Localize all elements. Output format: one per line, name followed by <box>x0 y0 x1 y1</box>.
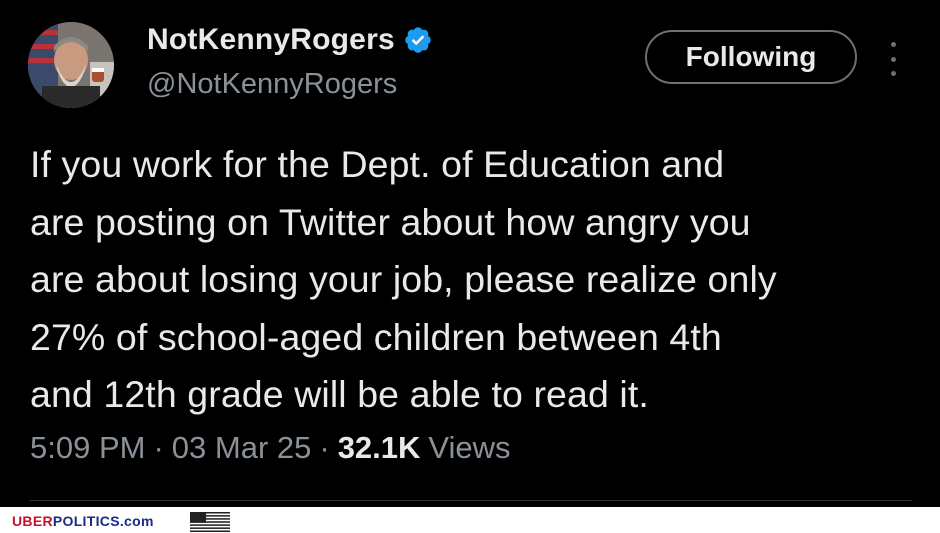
brand-part-2: POLITICS.com <box>52 513 154 529</box>
brand-logo: UBERPOLITICS.com <box>12 513 154 529</box>
display-name[interactable]: NotKennyRogers <box>147 23 395 57</box>
more-dot <box>890 71 896 76</box>
tweet-time[interactable]: 5:09 PM <box>30 430 145 466</box>
tweet-line: and 12th grade will be able to read it. <box>30 373 649 415</box>
tweet-text: If you work for the Dept. of Education a… <box>30 136 920 424</box>
views-label: Views <box>428 430 511 465</box>
separator: · <box>319 430 330 465</box>
more-dot <box>890 42 896 47</box>
name-row: NotKennyRogers <box>147 23 433 57</box>
tweet-line: are about losing your job, please realiz… <box>30 258 777 300</box>
verified-badge-icon <box>403 25 433 55</box>
watermark-bar: UBERPOLITICS.com <box>0 507 940 533</box>
handle[interactable]: @NotKennyRogers <box>147 68 397 101</box>
brand-part-1: UBER <box>12 513 53 529</box>
views-count: 32.1K <box>337 430 421 465</box>
following-button[interactable]: Following <box>645 30 857 84</box>
tweet-line: If you work for the Dept. of Education a… <box>30 143 725 185</box>
tweet-date[interactable]: 03 Mar 25 <box>172 430 312 466</box>
more-vertical-icon[interactable] <box>880 40 906 78</box>
separator: · <box>153 430 164 465</box>
avatar[interactable] <box>28 22 114 108</box>
more-dot <box>890 56 896 62</box>
tweet-card: NotKennyRogers @NotKennyRogers Following… <box>0 0 940 507</box>
avatar-image <box>28 22 114 108</box>
us-flag-icon <box>190 512 230 532</box>
tweet-line: 27% of school-aged children between 4th <box>30 315 722 358</box>
tweet-meta: 5:09 PM · 03 Mar 25 · 32.1K Views <box>30 430 511 466</box>
divider <box>30 500 912 501</box>
tweet-line: are posting on Twitter about how angry y… <box>30 200 751 243</box>
